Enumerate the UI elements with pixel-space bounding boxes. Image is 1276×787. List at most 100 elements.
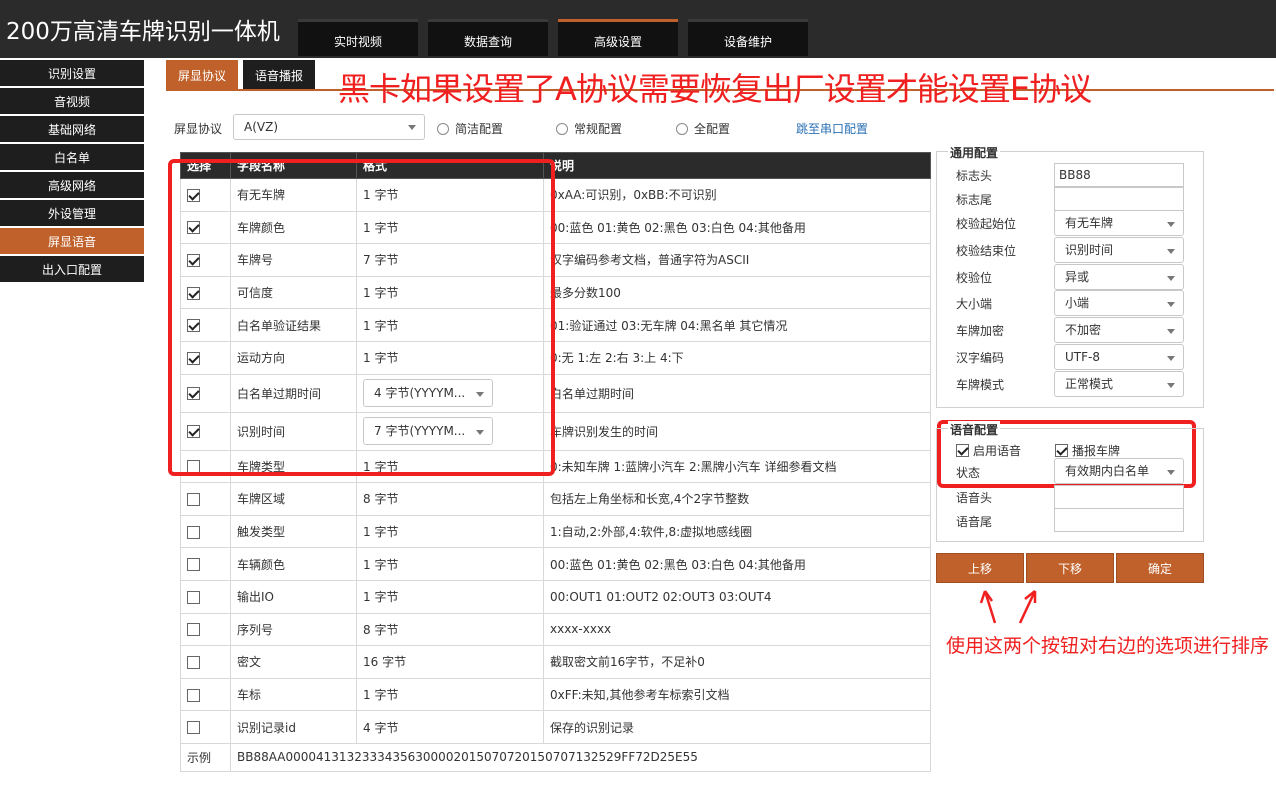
row-format-select-value: 7 字节(YYYYM...: [374, 424, 466, 439]
row-checkbox[interactable]: [187, 221, 200, 235]
row-field-name: 白名单验证结果: [230, 308, 357, 342]
row-checkbox[interactable]: [187, 319, 200, 333]
row-field-name: 车标: [230, 677, 357, 712]
chevron-down-icon: [1167, 276, 1175, 281]
row-format: 1 字节: [356, 514, 544, 549]
voice-status-select[interactable]: 有效期内白名单: [1054, 458, 1184, 484]
broadcast-plate-checkbox[interactable]: 播报车牌: [1055, 442, 1120, 459]
sidebar-item-recognition[interactable]: 识别设置: [0, 60, 144, 86]
row-description: 00:OUT1 01:OUT2 02:OUT3 03:OUT4: [543, 579, 931, 614]
table-row: 可信度 1 字节 最多分数100: [180, 275, 931, 310]
radio-full-label: 全配置: [694, 122, 731, 136]
general-field-select[interactable]: 不加密: [1054, 317, 1184, 343]
radio-circle-icon: [437, 122, 449, 135]
tab-data-query[interactable]: 数据查询: [428, 19, 548, 56]
table-row: 白名单验证结果 1 字节 01:验证通过 03:无车牌 04:黑名单 其它情况: [180, 308, 931, 342]
general-field-select[interactable]: 正常模式: [1054, 371, 1184, 397]
row-description: 最多分数100: [543, 275, 931, 310]
tab-device-maintenance[interactable]: 设备维护: [688, 19, 808, 56]
row-checkbox[interactable]: [187, 688, 200, 702]
row-field-name: 车牌号: [230, 243, 357, 277]
table-row: 密文 16 字节 截取密文前16字节，不足补0: [180, 645, 931, 679]
sidebar-item-display-voice[interactable]: 屏显语音: [0, 228, 144, 254]
radio-simple-config[interactable]: 简洁配置: [437, 120, 503, 137]
row-checkbox[interactable]: [187, 721, 200, 735]
serial-config-link[interactable]: 跳至串口配置: [796, 120, 868, 137]
row-format: 8 字节: [356, 482, 544, 516]
move-down-button[interactable]: 下移: [1026, 553, 1114, 583]
row-checkbox[interactable]: [187, 286, 200, 300]
table-row: 车牌类型 1 字节 0:未知车牌 1:蓝牌小汽车 2:黑牌小汽车 详细参看文档: [180, 449, 931, 484]
tab-advanced-settings[interactable]: 高级设置: [558, 19, 678, 56]
example-value: BB88AA0000413132333435630000201507072015…: [230, 742, 931, 772]
confirm-button[interactable]: 确定: [1116, 553, 1204, 583]
radio-normal-config[interactable]: 常规配置: [556, 120, 622, 137]
row-format: 1 字节: [356, 547, 544, 581]
broadcast-plate-label: 播报车牌: [1072, 444, 1121, 458]
radio-circle-icon: [676, 122, 688, 135]
general-field-select[interactable]: 小端: [1054, 290, 1184, 316]
table-row: 车牌区域 8 字节 包括左上角坐标和长宽,4个2字节整数: [180, 482, 931, 516]
row-field-name: 序列号: [230, 612, 357, 647]
sidebar-item-entrance-exit[interactable]: 出入口配置: [0, 256, 144, 282]
row-checkbox[interactable]: [187, 253, 200, 267]
general-field-input[interactable]: BB88: [1054, 163, 1184, 187]
sidebar-item-peripherals[interactable]: 外设管理: [0, 200, 144, 226]
general-field-select[interactable]: 有无车牌: [1054, 210, 1184, 236]
subtab-display-protocol[interactable]: 屏显协议: [166, 60, 238, 90]
general-field-label: 标志尾: [956, 193, 993, 207]
subtab-voice-broadcast[interactable]: 语音播报: [243, 60, 315, 90]
row-field-name: 车牌颜色: [230, 210, 357, 245]
table-row: 识别记录id 4 字节 保存的识别记录: [180, 710, 931, 744]
row-checkbox[interactable]: [187, 623, 200, 637]
row-checkbox[interactable]: [187, 492, 200, 506]
row-checkbox[interactable]: [187, 460, 200, 474]
row-field-name: 运动方向: [230, 340, 357, 375]
row-description: 01:验证通过 03:无车牌 04:黑名单 其它情况: [543, 308, 931, 342]
row-field-name: 密文: [230, 645, 357, 679]
row-checkbox[interactable]: [187, 387, 200, 401]
tab-live-video[interactable]: 实时视频: [298, 19, 418, 56]
sidebar-item-audio-video[interactable]: 音视频: [0, 88, 144, 114]
general-field-label: 校验结束位: [956, 244, 1017, 258]
row-checkbox[interactable]: [187, 590, 200, 604]
row-checkbox[interactable]: [187, 351, 200, 365]
row-select-cell: [180, 579, 231, 614]
general-field-label: 标志头: [956, 169, 993, 183]
general-field-select[interactable]: 识别时间: [1054, 237, 1184, 263]
sidebar-item-basic-network[interactable]: 基础网络: [0, 116, 144, 142]
row-checkbox[interactable]: [187, 558, 200, 572]
row-format: 1 字节: [356, 449, 544, 484]
row-checkbox[interactable]: [187, 188, 200, 202]
move-up-button[interactable]: 上移: [936, 553, 1024, 583]
general-field-label: 车牌加密: [956, 324, 1005, 338]
table-row: 运动方向 1 字节 0:无 1:左 2:右 3:上 4:下: [180, 340, 931, 375]
header-select: 选择: [180, 152, 231, 179]
voice-head-label: 语音头: [956, 491, 993, 505]
row-description: 截取密文前16字节，不足补0: [543, 645, 931, 679]
voice-tail-input[interactable]: [1054, 508, 1184, 532]
general-field-select[interactable]: 异或: [1054, 264, 1184, 290]
general-field-select-value: 不加密: [1065, 323, 1102, 337]
row-checkbox[interactable]: [187, 525, 200, 539]
general-field-input[interactable]: [1054, 187, 1184, 211]
row-field-name: 车牌区域: [230, 482, 357, 516]
row-format-select[interactable]: 7 字节(YYYYM...: [363, 417, 493, 446]
row-checkbox[interactable]: [187, 655, 200, 669]
table-row: 有无车牌 1 字节 0xAA:可识别，0xBB:不可识别: [180, 178, 931, 212]
general-field-label: 大小端: [956, 297, 993, 311]
general-field-select[interactable]: UTF-8: [1054, 344, 1184, 370]
protocol-select[interactable]: A(VZ): [233, 114, 425, 140]
row-format-select[interactable]: 4 字节(YYYYM...: [363, 379, 493, 408]
voice-head-input[interactable]: [1054, 485, 1184, 509]
row-checkbox[interactable]: [187, 425, 200, 439]
radio-full-config[interactable]: 全配置: [676, 120, 730, 137]
row-select-cell: [180, 710, 231, 744]
sidebar-item-whitelist[interactable]: 白名单: [0, 144, 144, 170]
row-description: 0xAA:可识别，0xBB:不可识别: [543, 178, 931, 212]
sidebar-item-advanced-network[interactable]: 高级网络: [0, 172, 144, 198]
enable-voice-checkbox[interactable]: 启用语音: [956, 442, 1021, 459]
example-row: 示例 BB88AA00004131323334356300002015070720…: [180, 742, 931, 772]
row-format: 1 字节: [356, 178, 544, 212]
chevron-down-icon: [1167, 470, 1175, 475]
